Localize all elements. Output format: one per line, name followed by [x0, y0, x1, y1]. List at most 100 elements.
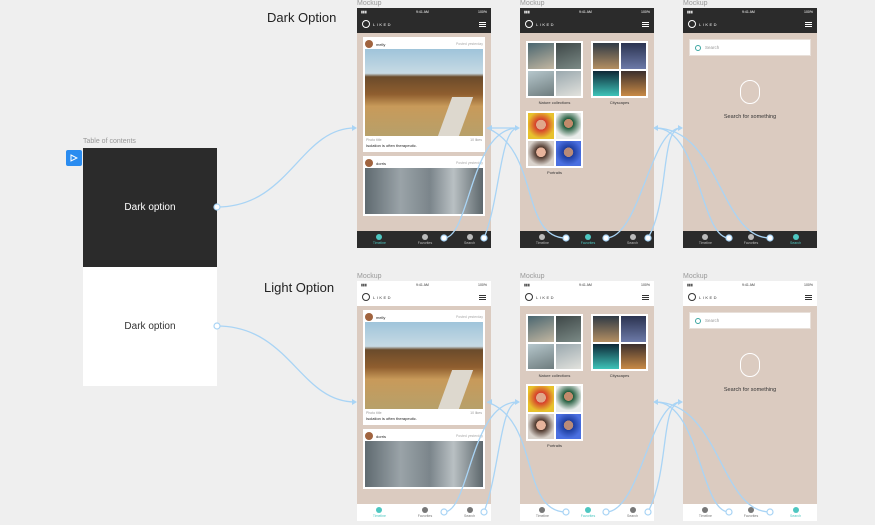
tab-label: Favorites — [417, 514, 433, 518]
menu-icon[interactable] — [642, 294, 649, 300]
menu-icon[interactable] — [805, 294, 812, 300]
tab-bar: Timeline Favorites Search — [520, 231, 654, 248]
tab-favorites[interactable]: Favorites — [418, 234, 432, 245]
signal-icon: ▮▮▮ — [361, 282, 367, 287]
logo-icon — [525, 293, 533, 301]
tab-bar: Timeline Favorites Search — [683, 504, 817, 521]
tab-search[interactable]: Search — [790, 234, 801, 245]
post-caption: Isolation is often therapeutic. — [366, 416, 417, 421]
tab-timeline[interactable]: Timeline — [373, 507, 386, 518]
dark-option-title: Dark Option — [267, 10, 337, 25]
tab-search[interactable]: Search — [627, 507, 638, 518]
tab-timeline[interactable]: Timeline — [373, 234, 386, 245]
tab-label: Search — [790, 514, 802, 518]
menu-icon[interactable] — [805, 21, 812, 27]
avatar[interactable] — [365, 40, 373, 48]
app-header: LIKED — [683, 15, 817, 33]
search-icon — [792, 234, 799, 240]
collection-label: Cityscapes — [609, 100, 630, 105]
post-card: melly Posted yesterday Photo title 10 like… — [363, 310, 485, 425]
post-photo[interactable] — [365, 322, 483, 409]
post-username[interactable]: dorris — [376, 434, 386, 439]
collection-nature[interactable]: Nature collections — [526, 314, 583, 378]
status-battery: 100% — [804, 282, 813, 287]
logo-text: LIKED — [699, 294, 719, 300]
menu-icon[interactable] — [642, 21, 649, 27]
search-input[interactable]: Search — [689, 312, 811, 329]
tab-label: Timeline — [698, 241, 712, 245]
logo-icon — [362, 20, 370, 28]
search-input[interactable]: Search — [689, 39, 811, 56]
post-photo[interactable] — [365, 441, 483, 487]
tab-label: Search — [627, 241, 639, 245]
status-bar: ▮▮▮ 9:41 AM 100% — [683, 8, 817, 15]
app-header: LIKED — [357, 15, 491, 33]
collection-nature[interactable]: Nature collections — [526, 41, 583, 105]
tab-favorites[interactable]: Favorites — [581, 507, 595, 518]
tab-label: Timeline — [535, 241, 549, 245]
timeline-icon — [702, 507, 709, 513]
heart-icon — [585, 234, 591, 240]
collection-cityscapes[interactable]: Cityscapes — [591, 41, 648, 105]
frame-label: Mockup — [683, 0, 708, 7]
tab-label: Timeline — [698, 514, 712, 518]
logo-outline-icon — [740, 353, 760, 377]
signal-icon: ▮▮▮ — [687, 282, 693, 287]
status-battery: 100% — [641, 9, 650, 14]
tab-favorites[interactable]: Favorites — [744, 507, 758, 518]
post-card: dorris Posted yesterday — [363, 429, 485, 489]
post-username[interactable]: melly — [376, 315, 385, 320]
tab-favorites[interactable]: Favorites — [744, 234, 758, 245]
heart-icon — [422, 234, 428, 240]
post-card: melly Posted yesterday Photo title 10 like… — [363, 37, 485, 152]
app-header: LIKED — [683, 288, 817, 306]
avatar[interactable] — [365, 159, 373, 167]
avatar[interactable] — [365, 432, 373, 440]
collection-label: Portraits — [547, 443, 562, 448]
search-icon — [792, 507, 799, 513]
light-feed-screen: ▮▮▮ 9:41 AM 100% LIKED melly Posted yesterd… — [357, 281, 491, 521]
post-photo[interactable] — [365, 49, 483, 136]
avatar[interactable] — [365, 313, 373, 321]
logo-text: LIKED — [373, 294, 393, 300]
collection-portraits[interactable]: Portraits — [526, 384, 583, 448]
tab-label: Search — [464, 514, 476, 518]
tab-search[interactable]: Search — [464, 507, 475, 518]
status-battery: 100% — [641, 282, 650, 287]
tab-timeline[interactable]: Timeline — [536, 507, 549, 518]
menu-icon[interactable] — [479, 294, 486, 300]
menu-icon[interactable] — [479, 21, 486, 27]
status-time: 9:41 AM — [415, 282, 429, 287]
collection-portraits[interactable]: Portraits — [526, 111, 583, 175]
toc-dark-option-card[interactable]: Dark option — [83, 148, 217, 267]
toc-light-option-card[interactable]: Dark option — [83, 267, 217, 386]
frame-label: Mockup — [520, 273, 545, 280]
post-username[interactable]: dorris — [376, 161, 386, 166]
tab-favorites[interactable]: Favorites — [418, 507, 432, 518]
light-option-title: Light Option — [264, 280, 335, 295]
tab-timeline[interactable]: Timeline — [699, 234, 712, 245]
play-prototype-button[interactable] — [66, 150, 82, 166]
tab-search[interactable]: Search — [464, 234, 475, 245]
tab-search[interactable]: Search — [790, 507, 801, 518]
tab-label: Favorites — [417, 241, 433, 245]
app-logo: LIKED — [688, 20, 718, 28]
signal-icon: ▮▮▮ — [524, 282, 530, 287]
app-logo: LIKED — [362, 293, 392, 301]
tab-timeline[interactable]: Timeline — [536, 234, 549, 245]
tab-search[interactable]: Search — [627, 234, 638, 245]
tab-label: Favorites — [743, 514, 759, 518]
status-time: 9:41 AM — [415, 9, 429, 14]
status-time: 9:41 AM — [578, 282, 592, 287]
light-search-screen: ▮▮▮ 9:41 AM 100% LIKED Search Search for s… — [683, 281, 817, 521]
collection-label: Portraits — [547, 170, 562, 175]
post-username[interactable]: melly — [376, 42, 385, 47]
signal-icon: ▮▮▮ — [361, 9, 367, 14]
play-icon — [70, 154, 78, 162]
post-photo[interactable] — [365, 168, 483, 214]
timeline-icon — [376, 234, 383, 240]
dark-favorites-screen: ▮▮▮ 9:41 AM 100% LIKED Nature collections … — [520, 8, 654, 248]
tab-timeline[interactable]: Timeline — [699, 507, 712, 518]
tab-favorites[interactable]: Favorites — [581, 234, 595, 245]
collection-cityscapes[interactable]: Cityscapes — [591, 314, 648, 378]
